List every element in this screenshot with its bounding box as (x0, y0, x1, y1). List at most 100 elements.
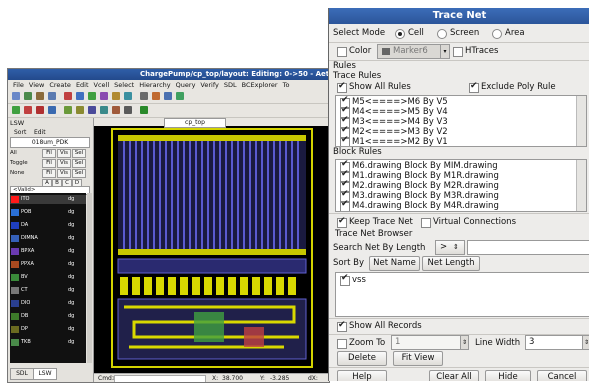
new-icon[interactable] (12, 92, 20, 100)
ruler-icon[interactable] (140, 92, 148, 100)
menu-create[interactable]: Create (47, 80, 74, 90)
cut-icon[interactable] (36, 106, 44, 114)
menu-edit[interactable]: Edit (73, 80, 91, 90)
mode-area-radio[interactable] (492, 29, 502, 39)
vis-button[interactable]: Vis (57, 149, 71, 158)
sort-net-length-button[interactable]: Net Length (422, 256, 480, 271)
copy-icon[interactable] (88, 92, 96, 100)
zoom-to-spinbox[interactable]: 1 (391, 335, 461, 350)
menu-vcell[interactable]: Vcell (91, 80, 112, 90)
layer-row[interactable]: TKB dg (10, 338, 86, 347)
layer-row[interactable]: POB dg (10, 208, 86, 217)
block-rules-scrollbar[interactable] (576, 160, 586, 211)
delete-button[interactable]: Delete (337, 351, 387, 366)
menu-bcexplorer[interactable]: BCExplorer (239, 80, 280, 90)
layer-list-scrollbar[interactable] (87, 193, 92, 363)
tab-sdl[interactable]: SDL (10, 368, 34, 380)
cancel-button[interactable]: Cancel (537, 370, 587, 381)
layer-row[interactable]: ITO dg (10, 195, 86, 204)
layer-row[interactable]: DIMNA dg (10, 234, 86, 243)
label-icon[interactable] (76, 106, 84, 114)
marker-dropdown-arrow[interactable]: ▾ (440, 44, 450, 59)
lsw-sort[interactable]: Sort (14, 128, 26, 137)
zoom-spin-icon[interactable]: ⇕ (460, 335, 469, 350)
menu-tools[interactable]: To (280, 80, 292, 90)
trace-rules-scrollbar[interactable] (576, 96, 586, 146)
layer-row[interactable]: PPXA dg (10, 260, 86, 269)
zoom-to-checkbox[interactable] (337, 339, 347, 349)
undo-icon[interactable] (64, 92, 72, 100)
layer-row[interactable]: DP dg (10, 325, 86, 334)
zoom-icon[interactable] (124, 92, 132, 100)
stretch-icon[interactable] (112, 92, 120, 100)
fil-button[interactable]: Fil (42, 149, 56, 158)
sort-net-name-button[interactable]: Net Name (369, 256, 420, 271)
tab-lsw[interactable]: LSW (33, 368, 57, 380)
clear-all-button[interactable]: Clear All (429, 370, 479, 381)
search-operator-select[interactable]: > ⇕ (435, 240, 465, 255)
move-icon[interactable] (100, 92, 108, 100)
grid-icon[interactable] (124, 106, 132, 114)
check-icon[interactable] (140, 106, 148, 114)
open-icon[interactable] (24, 92, 32, 100)
vis-button[interactable]: Vis (57, 159, 71, 168)
layer-row[interactable]: CT dg (10, 286, 86, 295)
pin-icon[interactable] (100, 106, 108, 114)
delete-icon[interactable] (24, 106, 32, 114)
fil-button[interactable]: Fil (42, 169, 56, 178)
lsw-pdk-field[interactable]: 018um_PDK (10, 137, 90, 148)
instance-icon[interactable] (88, 106, 96, 114)
layout-canvas[interactable]: cp_top (94, 118, 329, 373)
exclude-poly-checkbox[interactable] (469, 81, 479, 93)
keep-trace-checkbox[interactable] (337, 216, 347, 228)
color-checkbox[interactable] (337, 47, 347, 57)
search-length-input[interactable] (467, 240, 589, 255)
rect-icon[interactable] (164, 92, 172, 100)
line-width-spinbox[interactable]: 3 (525, 335, 583, 350)
layer-row[interactable]: BV dg (10, 273, 86, 282)
path-icon[interactable] (152, 92, 160, 100)
layer-name: DP (21, 326, 28, 332)
select-icon[interactable] (12, 106, 20, 114)
fit-view-button[interactable]: Fit View (393, 351, 443, 366)
hide-button[interactable]: Hide (485, 370, 531, 381)
polygon-icon[interactable] (112, 106, 120, 114)
lsw-edit[interactable]: Edit (34, 128, 46, 137)
menu-view[interactable]: View (26, 80, 46, 90)
menu-verify[interactable]: Verify (198, 80, 221, 90)
menu-file[interactable]: File (8, 80, 26, 90)
sel-button[interactable]: Sel (72, 159, 86, 168)
show-all-records-checkbox[interactable] (337, 320, 347, 332)
layer-row[interactable]: DIO dg (10, 299, 86, 308)
mode-screen-radio[interactable] (437, 29, 447, 39)
menu-query[interactable]: Query (173, 80, 198, 90)
net-list: vss (335, 272, 589, 317)
show-all-rules-checkbox[interactable] (337, 81, 347, 93)
cmd-input[interactable] (114, 375, 206, 382)
fit-icon[interactable] (64, 106, 72, 114)
dialog-titlebar[interactable]: Trace Net (329, 8, 589, 24)
mode-cell-radio[interactable] (395, 29, 405, 39)
line-width-spin-icon[interactable]: ⇕ (582, 335, 589, 350)
menu-sdl[interactable]: SDL (221, 80, 239, 90)
pan-icon[interactable] (48, 106, 56, 114)
virtual-connections-checkbox[interactable] (421, 218, 431, 228)
sel-button[interactable]: Sel (72, 149, 86, 158)
sel-button[interactable]: Sel (72, 169, 86, 178)
htraces-checkbox[interactable] (453, 47, 463, 57)
print-icon[interactable] (48, 92, 56, 100)
fil-button[interactable]: Fil (42, 159, 56, 168)
menu-select[interactable]: Select (112, 80, 137, 90)
layer-row[interactable]: DA dg (10, 221, 86, 230)
save-icon[interactable] (36, 92, 44, 100)
via-icon[interactable] (176, 92, 184, 100)
menu-hierarchy[interactable]: Hierarchy (137, 80, 173, 90)
marker-color-button[interactable]: Marker6 (377, 44, 441, 59)
mode-area-label: Area (505, 28, 525, 38)
help-button[interactable]: Help (337, 370, 387, 381)
vis-button[interactable]: Vis (57, 169, 71, 178)
layout-window-titlebar[interactable]: ChargePump/cp_top/layout: Editing: 0->50… (8, 69, 329, 80)
layer-row[interactable]: DB dg (10, 312, 86, 321)
redo-icon[interactable] (76, 92, 84, 100)
layer-row[interactable]: BPXA dg (10, 247, 86, 256)
